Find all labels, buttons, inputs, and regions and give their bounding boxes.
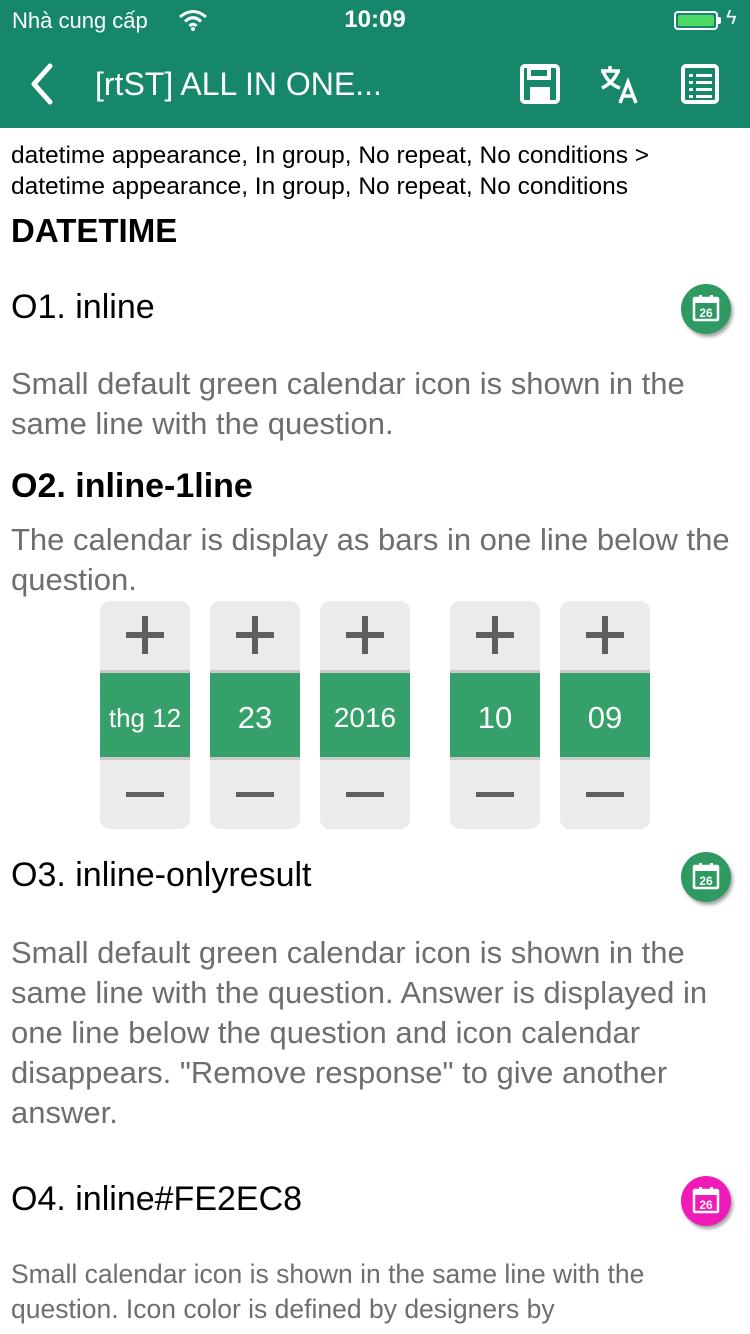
svg-text:26: 26 xyxy=(699,306,713,320)
question-hint-o3: Small default green calendar icon is sho… xyxy=(11,935,708,1130)
svg-text:26: 26 xyxy=(699,874,713,888)
charging-icon: ϟ xyxy=(726,7,737,29)
section-title: DATETIME xyxy=(11,212,178,249)
top-bar: Nhà cung cấp 10:09 ϟ [rtST] ALL IN ONE..… xyxy=(0,0,750,128)
back-chevron-icon[interactable] xyxy=(26,62,56,111)
minute-decrement-button[interactable] xyxy=(560,763,650,829)
page-title: [rtST] ALL IN ONE... xyxy=(95,66,382,102)
calendar-button-o4[interactable]: 26 xyxy=(681,1176,731,1226)
hour-value: 10 xyxy=(450,670,540,760)
day-spinner: 23 xyxy=(210,601,300,829)
year-decrement-button[interactable] xyxy=(320,763,410,829)
battery-tip xyxy=(718,17,721,24)
question-hint-o2: The calendar is display as bars in one l… xyxy=(11,522,730,597)
day-decrement-button[interactable] xyxy=(210,763,300,829)
year-value: 2016 xyxy=(320,670,410,760)
translate-icon[interactable] xyxy=(598,62,642,106)
hour-decrement-button[interactable] xyxy=(450,763,540,829)
breadcrumb: datetime appearance, In group, No repeat… xyxy=(11,142,650,200)
app-bar: [rtST] ALL IN ONE... xyxy=(0,40,750,128)
question-label-o1: O1. inline xyxy=(11,288,155,326)
question-label-o2: O2. inline-1line xyxy=(11,467,253,505)
month-spinner: thg 12 xyxy=(100,601,190,829)
month-value: thg 12 xyxy=(100,670,190,760)
status-time: 10:09 xyxy=(344,6,406,33)
minute-value: 09 xyxy=(560,670,650,760)
hour-spinner: 10 xyxy=(450,601,540,829)
svg-text:26: 26 xyxy=(699,1198,713,1212)
question-label-o3: O3. inline-onlyresult xyxy=(11,856,312,894)
save-icon[interactable] xyxy=(518,62,562,106)
month-decrement-button[interactable] xyxy=(100,763,190,829)
day-increment-button[interactable] xyxy=(210,601,300,667)
calendar-icon: 26 xyxy=(692,1187,720,1214)
question-label-o4: O4. inline#FE2EC8 xyxy=(11,1180,303,1218)
calendar-button-o3[interactable]: 26 xyxy=(681,852,731,902)
minute-spinner: 09 xyxy=(560,601,650,829)
battery-icon xyxy=(674,11,718,30)
calendar-button-o1[interactable]: 26 xyxy=(681,284,731,334)
minute-increment-button[interactable] xyxy=(560,601,650,667)
year-spinner: 2016 xyxy=(320,601,410,829)
calendar-icon: 26 xyxy=(692,295,720,322)
list-icon[interactable] xyxy=(680,62,724,106)
hour-increment-button[interactable] xyxy=(450,601,540,667)
question-hint-o4: Small calendar icon is shown in the same… xyxy=(11,1259,645,1324)
month-increment-button[interactable] xyxy=(100,601,190,667)
calendar-icon: 26 xyxy=(692,863,720,890)
question-hint-o1: Small default green calendar icon is sho… xyxy=(11,366,685,441)
status-bar: Nhà cung cấp 10:09 ϟ xyxy=(0,0,750,40)
year-increment-button[interactable] xyxy=(320,601,410,667)
day-value: 23 xyxy=(210,670,300,760)
